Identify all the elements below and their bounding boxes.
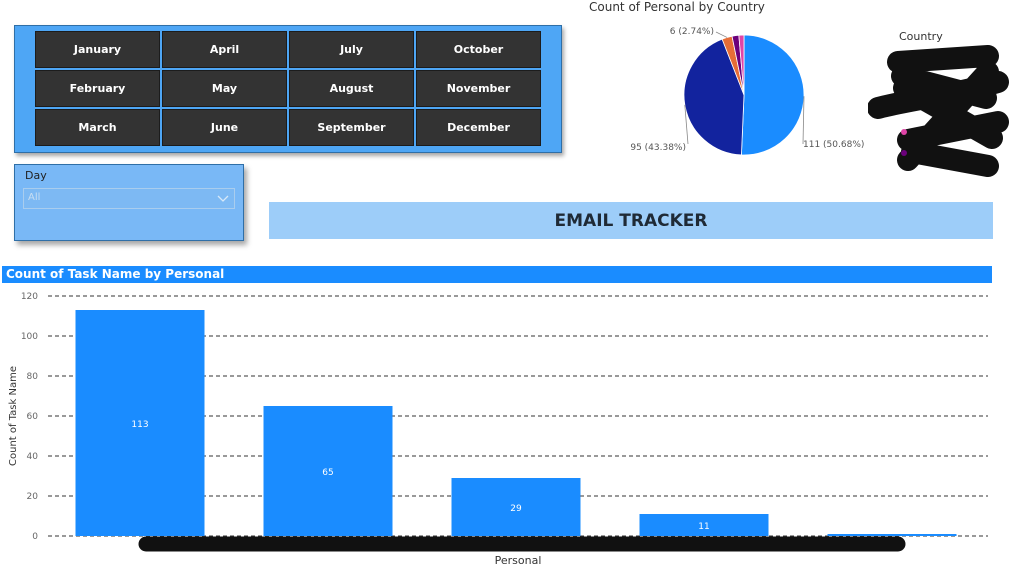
legend-redaction (868, 45, 1009, 177)
y-axis-title: Count of Task Name (8, 366, 19, 466)
title-banner: EMAIL TRACKER (269, 202, 993, 239)
month-grid: January April July October February May August… (35, 31, 541, 146)
month-button-june[interactable]: June (162, 109, 287, 146)
day-slicer: Day All (14, 164, 244, 241)
pie-data-label: 6 (2.74%) (670, 27, 714, 37)
page-title: EMAIL TRACKER (554, 210, 708, 231)
pie-chart: 111 (50.68%) 95 (43.38%) 6 (2.74%) (630, 27, 864, 156)
month-button-september[interactable]: September (289, 109, 414, 146)
pie-data-label: 111 (50.68%) (803, 140, 864, 150)
month-button-march[interactable]: March (35, 109, 160, 146)
y-tick-label: 100 (21, 332, 38, 342)
chevron-down-icon (217, 195, 229, 202)
bar-data-label: 29 (510, 504, 522, 514)
bar-chart-title: Count of Task Name by Personal (6, 267, 225, 281)
bar-data-label: 113 (131, 420, 148, 430)
month-button-april[interactable]: April (162, 31, 287, 68)
pie-slice[interactable] (741, 34, 805, 156)
bar-data-label: 11 (698, 522, 709, 532)
day-dropdown-value: All (28, 192, 41, 203)
month-button-may[interactable]: May (162, 70, 287, 107)
bar-data-label: 65 (322, 468, 333, 478)
month-slicer: January April July October February May August… (14, 25, 562, 153)
bar[interactable] (827, 534, 957, 536)
y-tick-label: 120 (21, 292, 38, 302)
y-tick-label: 80 (27, 372, 39, 382)
pie-chart-title: Count of Personal by Country (589, 0, 765, 14)
y-tick-label: 40 (27, 452, 39, 462)
month-button-august[interactable]: August (289, 70, 414, 107)
day-dropdown[interactable]: All (23, 188, 235, 209)
month-button-july[interactable]: July (289, 31, 414, 68)
y-tick-label: 60 (27, 412, 39, 422)
y-tick-label: 0 (32, 532, 38, 542)
bar-chart-header: Count of Task Name by Personal (2, 266, 992, 283)
y-tick-label: 20 (27, 492, 39, 502)
month-button-december[interactable]: December (416, 109, 541, 146)
pie-data-label: 95 (43.38%) (630, 143, 686, 153)
day-slicer-label: Day (25, 169, 47, 182)
month-button-january[interactable]: January (35, 31, 160, 68)
month-button-october[interactable]: October (416, 31, 541, 68)
month-button-november[interactable]: November (416, 70, 541, 107)
month-button-february[interactable]: February (35, 70, 160, 107)
pie-leader-line (715, 31, 728, 38)
x-axis-title: Personal (495, 554, 542, 567)
bar-chart: 0 20 40 60 80 100 120 113 65 29 11 Count of Task Na… (8, 292, 988, 567)
